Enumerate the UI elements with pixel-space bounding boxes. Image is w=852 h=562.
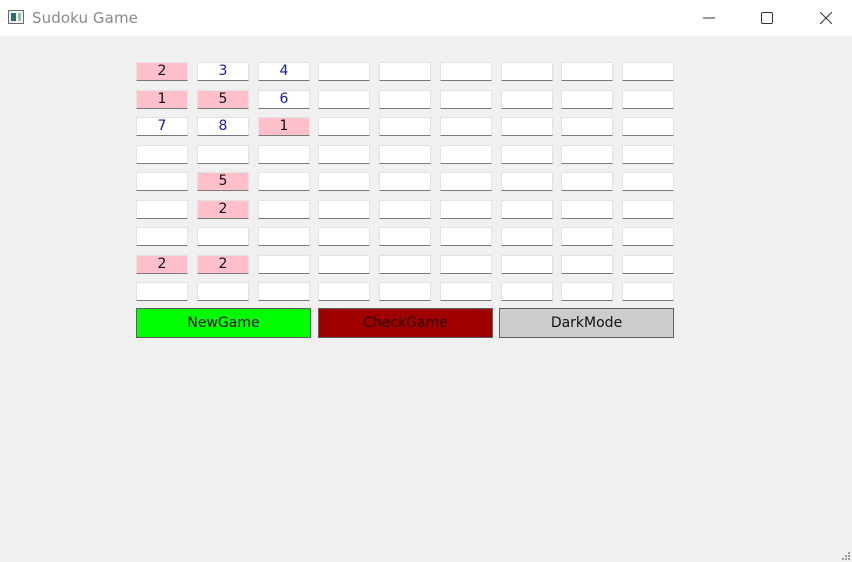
sudoku-cell[interactable] — [501, 255, 553, 274]
sudoku-cell[interactable] — [379, 90, 431, 109]
sudoku-cell[interactable] — [258, 282, 310, 301]
check-game-button[interactable]: CheckGame — [318, 308, 493, 338]
sudoku-cell[interactable]: 5 — [197, 172, 249, 191]
sudoku-cell[interactable] — [258, 255, 310, 274]
sudoku-cell[interactable] — [440, 90, 492, 109]
sudoku-cell[interactable] — [561, 227, 613, 246]
sudoku-cell[interactable] — [561, 145, 613, 164]
close-icon — [820, 12, 832, 24]
sudoku-cell[interactable] — [379, 62, 431, 81]
sudoku-cell[interactable] — [379, 145, 431, 164]
sudoku-cell[interactable]: 5 — [197, 90, 249, 109]
sudoku-cell[interactable] — [318, 117, 370, 136]
sudoku-cell[interactable] — [501, 62, 553, 81]
sudoku-cell[interactable] — [379, 172, 431, 191]
sudoku-cell[interactable]: 7 — [136, 117, 188, 136]
sudoku-cell[interactable] — [197, 282, 249, 301]
sudoku-cell[interactable] — [258, 172, 310, 191]
sudoku-cell[interactable]: 4 — [258, 62, 310, 81]
sudoku-cell[interactable] — [622, 145, 674, 164]
sudoku-cell[interactable] — [622, 200, 674, 219]
sudoku-cell[interactable] — [318, 227, 370, 246]
sudoku-cell[interactable] — [501, 227, 553, 246]
sudoku-window: Sudoku Game 2341567815222 NewGame CheckG… — [0, 0, 852, 562]
sudoku-cell[interactable] — [561, 255, 613, 274]
sudoku-cell[interactable]: 2 — [136, 255, 188, 274]
sudoku-cell[interactable] — [561, 200, 613, 219]
sudoku-cell[interactable] — [561, 117, 613, 136]
sudoku-cell[interactable] — [501, 117, 553, 136]
sudoku-cell[interactable] — [440, 62, 492, 81]
close-button[interactable] — [803, 0, 849, 36]
sudoku-cell[interactable] — [258, 200, 310, 219]
maximize-icon — [761, 12, 773, 24]
sudoku-cell[interactable] — [622, 282, 674, 301]
sudoku-cell[interactable] — [622, 172, 674, 191]
sudoku-cell[interactable] — [136, 200, 188, 219]
sudoku-cell[interactable] — [561, 62, 613, 81]
sudoku-cell[interactable] — [318, 200, 370, 219]
sudoku-cell[interactable] — [318, 255, 370, 274]
sudoku-cell[interactable] — [501, 200, 553, 219]
sudoku-cell[interactable]: 6 — [258, 90, 310, 109]
sudoku-cell[interactable] — [622, 62, 674, 81]
sudoku-cell[interactable] — [561, 282, 613, 301]
sudoku-cell[interactable]: 1 — [258, 117, 310, 136]
sudoku-cell[interactable] — [318, 145, 370, 164]
sudoku-cell[interactable] — [136, 172, 188, 191]
sudoku-cell[interactable] — [136, 282, 188, 301]
sudoku-cell[interactable]: 2 — [197, 200, 249, 219]
sudoku-cell[interactable] — [440, 255, 492, 274]
sudoku-cell[interactable] — [561, 172, 613, 191]
sudoku-cell[interactable] — [440, 145, 492, 164]
sudoku-cell[interactable] — [561, 90, 613, 109]
sudoku-cell[interactable] — [622, 255, 674, 274]
sudoku-cell[interactable] — [501, 145, 553, 164]
sudoku-cell[interactable] — [136, 227, 188, 246]
dark-mode-button[interactable]: DarkMode — [499, 308, 674, 338]
sudoku-cell[interactable] — [197, 145, 249, 164]
sudoku-cell[interactable] — [318, 172, 370, 191]
minimize-button[interactable] — [686, 0, 732, 36]
sudoku-cell[interactable]: 1 — [136, 90, 188, 109]
sudoku-cell[interactable] — [501, 172, 553, 191]
sudoku-cell[interactable] — [379, 200, 431, 219]
sudoku-cell[interactable] — [379, 227, 431, 246]
resize-grip-icon[interactable] — [840, 550, 850, 560]
app-icon — [8, 10, 24, 24]
sudoku-cell[interactable]: 8 — [197, 117, 249, 136]
sudoku-cell[interactable] — [379, 255, 431, 274]
sudoku-cell[interactable] — [440, 282, 492, 301]
sudoku-cell[interactable] — [440, 172, 492, 191]
maximize-button[interactable] — [744, 0, 790, 36]
sudoku-cell[interactable] — [501, 90, 553, 109]
sudoku-cell[interactable] — [501, 282, 553, 301]
sudoku-cell[interactable] — [258, 145, 310, 164]
sudoku-cell[interactable] — [197, 227, 249, 246]
sudoku-cell[interactable] — [622, 90, 674, 109]
sudoku-cell[interactable] — [622, 227, 674, 246]
sudoku-cell[interactable]: 2 — [197, 255, 249, 274]
sudoku-cell[interactable] — [379, 117, 431, 136]
minimize-icon — [703, 17, 715, 19]
sudoku-cell[interactable]: 3 — [197, 62, 249, 81]
new-game-button[interactable]: NewGame — [136, 308, 311, 338]
title-bar[interactable]: Sudoku Game — [0, 0, 852, 36]
sudoku-cell[interactable] — [440, 117, 492, 136]
window-title: Sudoku Game — [32, 9, 138, 27]
sudoku-cell[interactable] — [136, 145, 188, 164]
sudoku-cell[interactable] — [318, 282, 370, 301]
sudoku-cell[interactable] — [379, 282, 431, 301]
sudoku-cell[interactable] — [318, 62, 370, 81]
sudoku-cell[interactable] — [440, 200, 492, 219]
sudoku-cell[interactable] — [622, 117, 674, 136]
sudoku-cell[interactable] — [440, 227, 492, 246]
sudoku-cell[interactable]: 2 — [136, 62, 188, 81]
sudoku-cell[interactable] — [318, 90, 370, 109]
sudoku-cell[interactable] — [258, 227, 310, 246]
